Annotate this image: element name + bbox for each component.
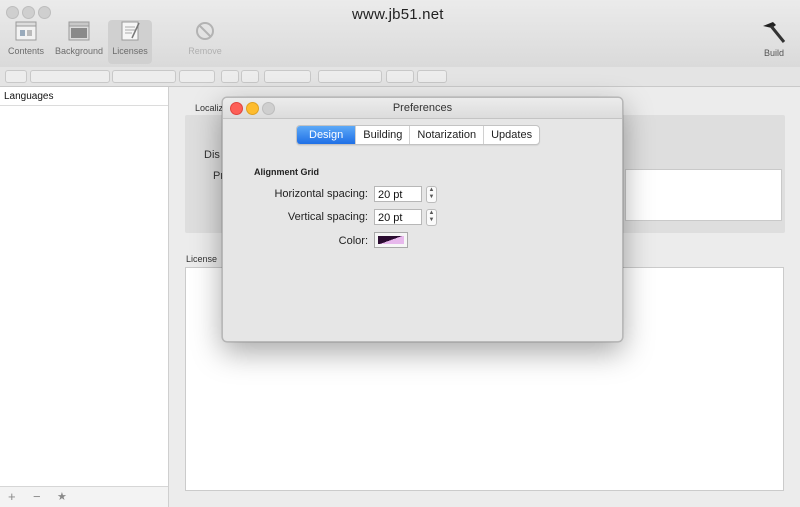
close-window-button[interactable]: [6, 6, 19, 19]
toolbar-licenses-button[interactable]: Licenses: [108, 20, 152, 64]
dialog-zoom-button[interactable]: [262, 102, 275, 115]
remove-language-button[interactable]: −: [33, 489, 41, 504]
vertical-spacing-label: Vertical spacing:: [287, 211, 368, 223]
zoom-window-button[interactable]: [38, 6, 51, 19]
toolbar-remove-button[interactable]: Remove: [183, 20, 227, 64]
text-color-button[interactable]: [221, 70, 239, 83]
list-popup[interactable]: [417, 70, 447, 83]
add-language-button[interactable]: +: [8, 489, 16, 504]
tab-design[interactable]: Design: [297, 126, 356, 144]
format-bar: [0, 67, 800, 87]
dialog-close-button[interactable]: [230, 102, 243, 115]
dialog-title-bar: Preferences: [223, 98, 622, 119]
toolbar-licenses-label: Licenses: [112, 46, 148, 56]
font-style-popup[interactable]: [112, 70, 176, 83]
text-format-segment[interactable]: [264, 70, 311, 83]
toolbar-contents-label: Contents: [7, 46, 45, 56]
preferences-dialog: Preferences Design Building Notarization…: [222, 97, 623, 342]
languages-sidebar: Languages + − ★: [0, 87, 169, 507]
tab-notarization[interactable]: Notarization: [409, 126, 483, 144]
license-label: License: [186, 254, 218, 264]
style-popup[interactable]: [5, 70, 27, 83]
preferences-tabs: Design Building Notarization Updates: [296, 125, 541, 145]
contents-icon: [15, 21, 37, 41]
main-window: www.jb51.net Contents Background License…: [0, 0, 800, 507]
spacing-popup[interactable]: [386, 70, 414, 83]
toolbar: www.jb51.net Contents Background License…: [0, 0, 800, 68]
font-family-popup[interactable]: [30, 70, 110, 83]
watermark: www.jb51.net: [352, 6, 444, 23]
color-label: Color:: [338, 235, 368, 247]
alignment-grid-title: Alignment Grid: [254, 167, 319, 177]
horizontal-spacing-field[interactable]: 20 pt: [374, 186, 422, 202]
toolbar-build-button[interactable]: Build: [755, 20, 793, 64]
tab-building[interactable]: Building: [355, 126, 409, 144]
vertical-spacing-field[interactable]: 20 pt: [374, 209, 422, 225]
highlight-color-button[interactable]: [241, 70, 259, 83]
localization-label: Localiz: [195, 103, 224, 113]
vertical-spacing-stepper[interactable]: ▲ ▼: [426, 209, 437, 226]
dialog-title: Preferences: [392, 102, 453, 114]
horizontal-spacing-label: Horizontal spacing:: [274, 188, 368, 200]
dialog-minimize-button[interactable]: [246, 102, 259, 115]
toolbar-remove-label: Remove: [188, 46, 222, 56]
favorite-language-button[interactable]: ★: [57, 490, 67, 503]
alignment-segment[interactable]: [318, 70, 382, 83]
sidebar-footer: + − ★: [0, 486, 168, 507]
horizontal-spacing-stepper[interactable]: ▲ ▼: [426, 186, 437, 203]
toolbar-background-button[interactable]: Background: [52, 20, 106, 64]
hammer-icon: [763, 22, 786, 43]
display-label: Dis: [204, 149, 220, 161]
grid-color-swatch: [378, 236, 404, 244]
localization-text-field[interactable]: [625, 169, 782, 221]
minimize-window-button[interactable]: [22, 6, 35, 19]
remove-icon: [196, 22, 214, 40]
licenses-icon: [121, 21, 140, 41]
font-size-popup[interactable]: [179, 70, 215, 83]
sidebar-divider: [0, 105, 168, 106]
languages-header: Languages: [4, 91, 54, 102]
tab-updates[interactable]: Updates: [483, 126, 539, 144]
grid-color-well[interactable]: [374, 232, 408, 248]
background-icon: [68, 21, 90, 41]
toolbar-contents-button[interactable]: Contents: [6, 20, 46, 64]
toolbar-build-label: Build: [763, 48, 784, 58]
toolbar-background-label: Background: [54, 46, 104, 56]
